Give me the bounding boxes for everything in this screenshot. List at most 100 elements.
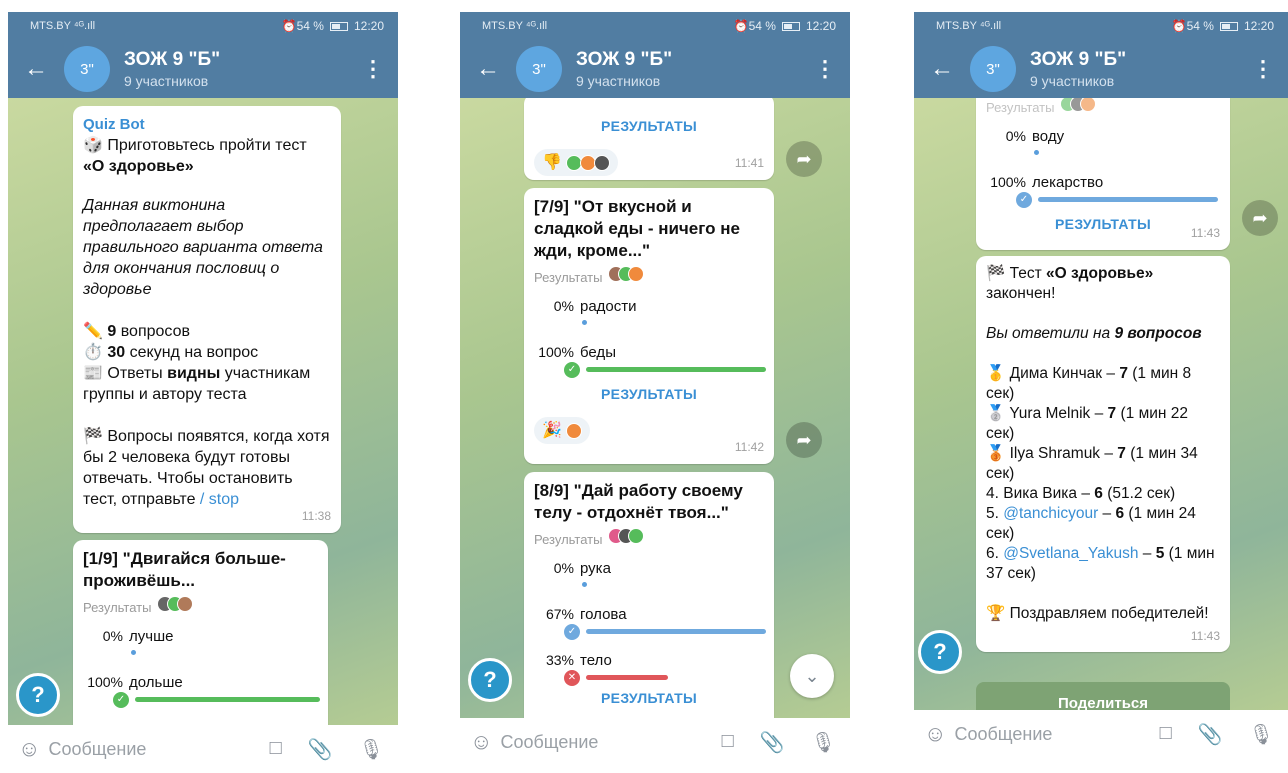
poll-message-q6: РЕЗУЛЬТАТЫ 👎 11:41: [524, 98, 774, 180]
message-time: 11:43: [1190, 629, 1220, 643]
poll-option: 67% голова ✓: [534, 596, 766, 642]
poll-option: 0% радости: [534, 288, 764, 334]
reactions[interactable]: 👎: [534, 149, 618, 176]
finished-line: 🏁 Тест «О здоровье» закончен!: [986, 265, 1154, 302]
poll-message-q7: [7/9] "От вкусной и сладкой еды - ничего…: [524, 188, 774, 464]
mic-icon[interactable]: 🎙: [359, 737, 384, 762]
chat-title: ЗОЖ 9 "Б": [1030, 49, 1127, 70]
message-time: 11:41: [734, 156, 764, 170]
poll-message-q9: Результаты 0% воду 100% лекарство ✓ РЕЗУЛЬ…: [976, 98, 1230, 250]
mic-icon[interactable]: 🎙: [1249, 722, 1274, 747]
more-menu-icon[interactable]: ⋮: [814, 56, 836, 82]
thumbs-down-icon: 👎: [542, 154, 562, 171]
start-info: 🏁 Вопросы появятся, когда хотя бы 2 чело…: [83, 428, 330, 508]
message-time: 11:38: [301, 509, 331, 523]
results-button[interactable]: РЕЗУЛЬТАТЫ: [534, 116, 764, 137]
clock: 12:20: [353, 19, 384, 33]
attach-icon[interactable]: 📎: [1198, 722, 1223, 747]
results-button[interactable]: РЕЗУЛЬТАТЫ: [534, 688, 764, 709]
poll-question: [1/9] "Двигайся больше-проживёшь...: [83, 549, 286, 590]
help-bot-button[interactable]: ?: [468, 658, 512, 702]
carrier: MTS.BY: [482, 20, 523, 32]
back-arrow-icon[interactable]: ←: [930, 55, 970, 83]
chat-area[interactable]: РЕЗУЛЬТАТЫ 👎 11:41 ➦ [7/9] "От вкусной и…: [460, 98, 850, 718]
more-menu-icon[interactable]: ⋮: [1252, 56, 1274, 82]
poll-option: 100% дольше ✓: [83, 664, 320, 710]
group-avatar[interactable]: 3": [64, 46, 110, 92]
results-button[interactable]: РЕЗУЛЬТАТЫ: [986, 214, 1220, 235]
members-count: 9 участников: [1030, 73, 1115, 89]
check-icon: ✓: [113, 692, 129, 708]
leaderboard-row: 🥉 Ilya Shramuk – 7 (1 мин 34 сек): [986, 445, 1198, 482]
chat-title-block[interactable]: ЗОЖ 9 "Б" 9 участников: [576, 49, 814, 89]
help-bot-button[interactable]: ?: [918, 630, 962, 674]
battery-percent: ⏰54 %: [281, 19, 324, 33]
message-time: 11:43: [1190, 226, 1220, 240]
leaderboard-row: 🥇 Дима Кинчак – 7 (1 мин 8 сек): [986, 365, 1192, 402]
battery-icon: [781, 21, 800, 31]
leaderboard-row: 6. @Svetlana_Yakush – 5 (1 мин 37 сек): [986, 545, 1215, 582]
chat-title: ЗОЖ 9 "Б": [124, 49, 221, 70]
answered-line: Вы ответили на 9 вопросов: [986, 325, 1202, 342]
chat-header: ← 3" ЗОЖ 9 "Б" 9 участников ⋮: [914, 40, 1288, 98]
signal-icon: ⁴ᴳ.ıll: [73, 20, 96, 32]
user-mention-link[interactable]: @tanchicyour: [1003, 505, 1098, 522]
poll-message-q8: [8/9] "Дай работу своему телу - отдохнёт…: [524, 472, 774, 718]
command-icon[interactable]: □: [1160, 722, 1172, 747]
quiz-intro-message: Quiz Bot 🎲 Приготовьтесь пройти тест «О …: [73, 106, 341, 533]
forward-icon[interactable]: ➦: [1242, 200, 1278, 236]
results-label: Результаты: [986, 98, 1220, 118]
command-icon[interactable]: □: [722, 730, 734, 755]
battery-percent: ⏰54 %: [733, 19, 776, 33]
chat-title-block[interactable]: ЗОЖ 9 "Б" 9 участников: [1030, 49, 1252, 89]
battery-icon: [329, 21, 348, 31]
message-input[interactable]: Сообщение: [500, 732, 721, 753]
screenshot-3: MTS.BY ⁴ᴳ.ıll ⏰54 % 12:20 ← 3" ЗОЖ 9 "Б" …: [914, 12, 1288, 758]
members-count: 9 участников: [576, 73, 661, 89]
poll-option: 0% рука: [534, 550, 764, 596]
back-arrow-icon[interactable]: ←: [24, 55, 64, 83]
congrats-line: 🏆 Поздравляем победителей!: [986, 605, 1209, 622]
carrier: MTS.BY: [936, 20, 977, 32]
sticker-icon[interactable]: ☺: [18, 736, 40, 762]
reactions[interactable]: 🎉: [534, 417, 590, 444]
back-arrow-icon[interactable]: ←: [476, 55, 516, 83]
sticker-icon[interactable]: ☺: [470, 729, 492, 755]
stop-command-link[interactable]: / stop: [200, 491, 239, 508]
poll-option: 0% воду: [986, 118, 1220, 164]
user-mention-link[interactable]: @Svetlana_Yakush: [1003, 545, 1138, 562]
sticker-icon[interactable]: ☺: [924, 721, 946, 747]
forward-icon[interactable]: ➦: [786, 141, 822, 177]
group-avatar[interactable]: 3": [970, 46, 1016, 92]
status-bar: MTS.BY ⁴ᴳ.ıll ⏰54 % 12:20: [460, 12, 850, 40]
carrier: MTS.BY: [30, 20, 71, 32]
chat-title-block[interactable]: ЗОЖ 9 "Б" 9 участников: [124, 49, 362, 89]
share-button[interactable]: Поделиться: [976, 682, 1230, 710]
poll-message-q1: [1/9] "Двигайся больше-проживёшь... Резу…: [73, 540, 328, 725]
help-bot-button[interactable]: ?: [16, 673, 60, 717]
question-count-line: ✏️ 9 вопросов: [83, 323, 190, 340]
command-icon[interactable]: □: [270, 737, 282, 762]
group-avatar[interactable]: 3": [516, 46, 562, 92]
results-label: Результаты: [83, 596, 318, 618]
check-icon: ✓: [1016, 192, 1032, 208]
results-button[interactable]: РЕЗУЛЬТАТЫ: [534, 384, 764, 405]
poll-option: 100% беды ✓: [534, 334, 766, 380]
attach-icon[interactable]: 📎: [308, 737, 333, 762]
message-input[interactable]: Сообщение: [48, 739, 269, 760]
status-bar: MTS.BY ⁴ᴳ.ıll ⏰54 % 12:20: [914, 12, 1288, 40]
message-input[interactable]: Сообщение: [954, 724, 1159, 745]
message-input-bar: ☺ Сообщение □ 📎 🎙: [914, 710, 1288, 758]
forward-icon[interactable]: ➦: [786, 422, 822, 458]
chat-area[interactable]: Результаты 0% воду 100% лекарство ✓ РЕЗУЛЬ…: [914, 98, 1288, 710]
results-label: Результаты: [534, 528, 764, 550]
attach-icon[interactable]: 📎: [760, 730, 785, 755]
visibility-line: 📰 Ответы видны участникам группы и автор…: [83, 365, 311, 403]
scroll-down-icon[interactable]: ⌄: [790, 654, 834, 698]
battery-percent: ⏰54 %: [1171, 19, 1214, 33]
poll-option: 0% лучше: [83, 618, 318, 664]
mic-icon[interactable]: 🎙: [811, 730, 836, 755]
poll-option: 33% тело ✕: [534, 642, 764, 688]
more-menu-icon[interactable]: ⋮: [362, 56, 384, 82]
chat-area[interactable]: Quiz Bot 🎲 Приготовьтесь пройти тест «О …: [8, 98, 398, 725]
